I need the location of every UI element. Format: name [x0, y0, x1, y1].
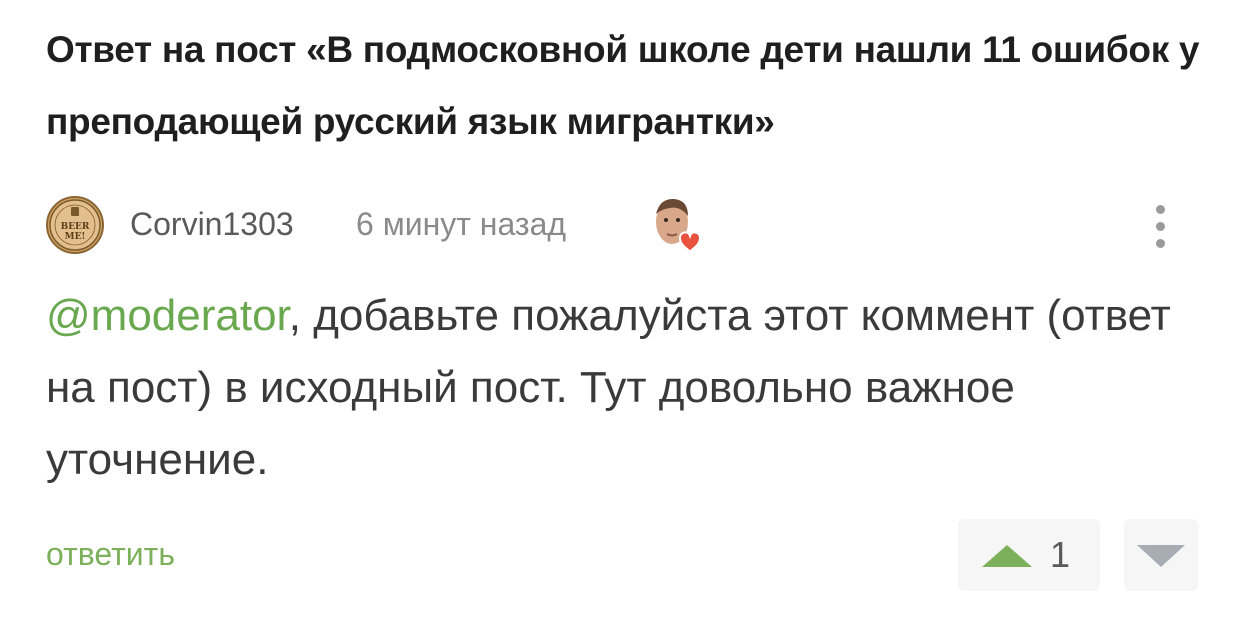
triangle-down-icon	[1137, 545, 1185, 567]
comment-header: BEER ME! Corvin1303 6 минут назад	[46, 192, 1196, 260]
more-dot	[1155, 221, 1165, 231]
comment-timestamp[interactable]: 6 минут назад	[356, 204, 566, 244]
upvote-button[interactable]: 1	[958, 519, 1100, 591]
mention-link[interactable]: @moderator	[46, 291, 289, 340]
comment-body: @moderator, добавьте пожалуйста этот ком…	[46, 280, 1196, 496]
reply-button[interactable]: ответить	[46, 532, 175, 576]
beer-me-badge-icon: BEER ME!	[49, 199, 101, 251]
rating-count: 1	[1050, 534, 1071, 575]
more-dot	[1155, 238, 1165, 248]
more-dots-icon	[1155, 204, 1165, 214]
triangle-up-icon	[982, 545, 1032, 567]
svg-text:BEER: BEER	[61, 222, 90, 232]
downvote-button[interactable]	[1124, 519, 1198, 591]
svg-text:ME!: ME!	[65, 232, 86, 242]
post-title[interactable]: Ответ на пост «В подмосковной школе дети…	[46, 14, 1206, 158]
author-photo-heart-icon	[650, 194, 702, 256]
user-avatar[interactable]: BEER ME!	[46, 196, 104, 254]
comment-author[interactable]: Corvin1303	[130, 204, 294, 244]
comment-more-button[interactable]	[1140, 198, 1180, 254]
